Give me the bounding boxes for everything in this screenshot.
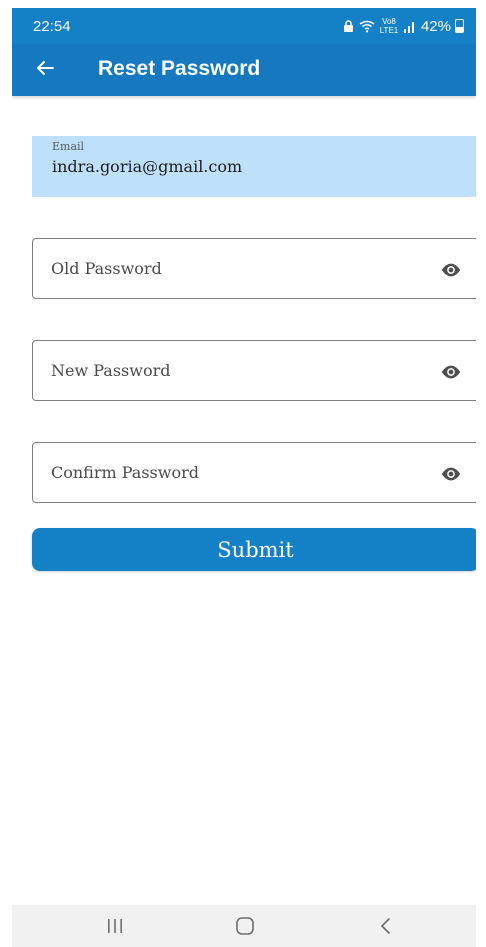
old-password-field[interactable]: Old Password: [32, 238, 476, 299]
recents-icon[interactable]: [104, 917, 126, 935]
signal-icon: [403, 21, 414, 33]
new-password-field[interactable]: New Password: [32, 340, 476, 401]
status-time: 22:54: [33, 18, 71, 35]
email-label: Email: [52, 140, 85, 153]
new-password-placeholder: New Password: [51, 361, 171, 380]
system-nav-bar: [12, 905, 476, 947]
eye-icon[interactable]: [440, 361, 462, 383]
battery-icon: [455, 19, 464, 33]
network-type-label: Vo8 LTE1: [379, 17, 399, 35]
status-bar: 22:54 Vo8 LTE1 42%: [12, 8, 476, 44]
lock-icon: [343, 19, 353, 32]
status-icons: Vo8 LTE1 42%: [342, 17, 464, 35]
email-field[interactable]: Email indra.goria@gmail.com: [32, 136, 476, 197]
arrow-left-icon[interactable]: [34, 57, 56, 79]
screen: 22:54 Vo8 LTE1 42% Reset Password Email …: [12, 8, 476, 947]
nav-back-icon[interactable]: [379, 916, 393, 936]
confirm-password-field[interactable]: Confirm Password: [32, 442, 476, 503]
old-password-placeholder: Old Password: [51, 259, 162, 278]
battery-percent: 42%: [420, 17, 451, 35]
eye-icon[interactable]: [440, 259, 462, 281]
page-title: Reset Password: [98, 57, 261, 80]
home-icon[interactable]: [235, 916, 255, 936]
app-bar: Reset Password: [12, 44, 476, 96]
eye-icon[interactable]: [440, 463, 462, 485]
submit-button[interactable]: Submit: [32, 528, 476, 571]
confirm-password-placeholder: Confirm Password: [51, 463, 199, 482]
wifi-icon: [359, 20, 375, 32]
email-value: indra.goria@gmail.com: [52, 157, 243, 176]
